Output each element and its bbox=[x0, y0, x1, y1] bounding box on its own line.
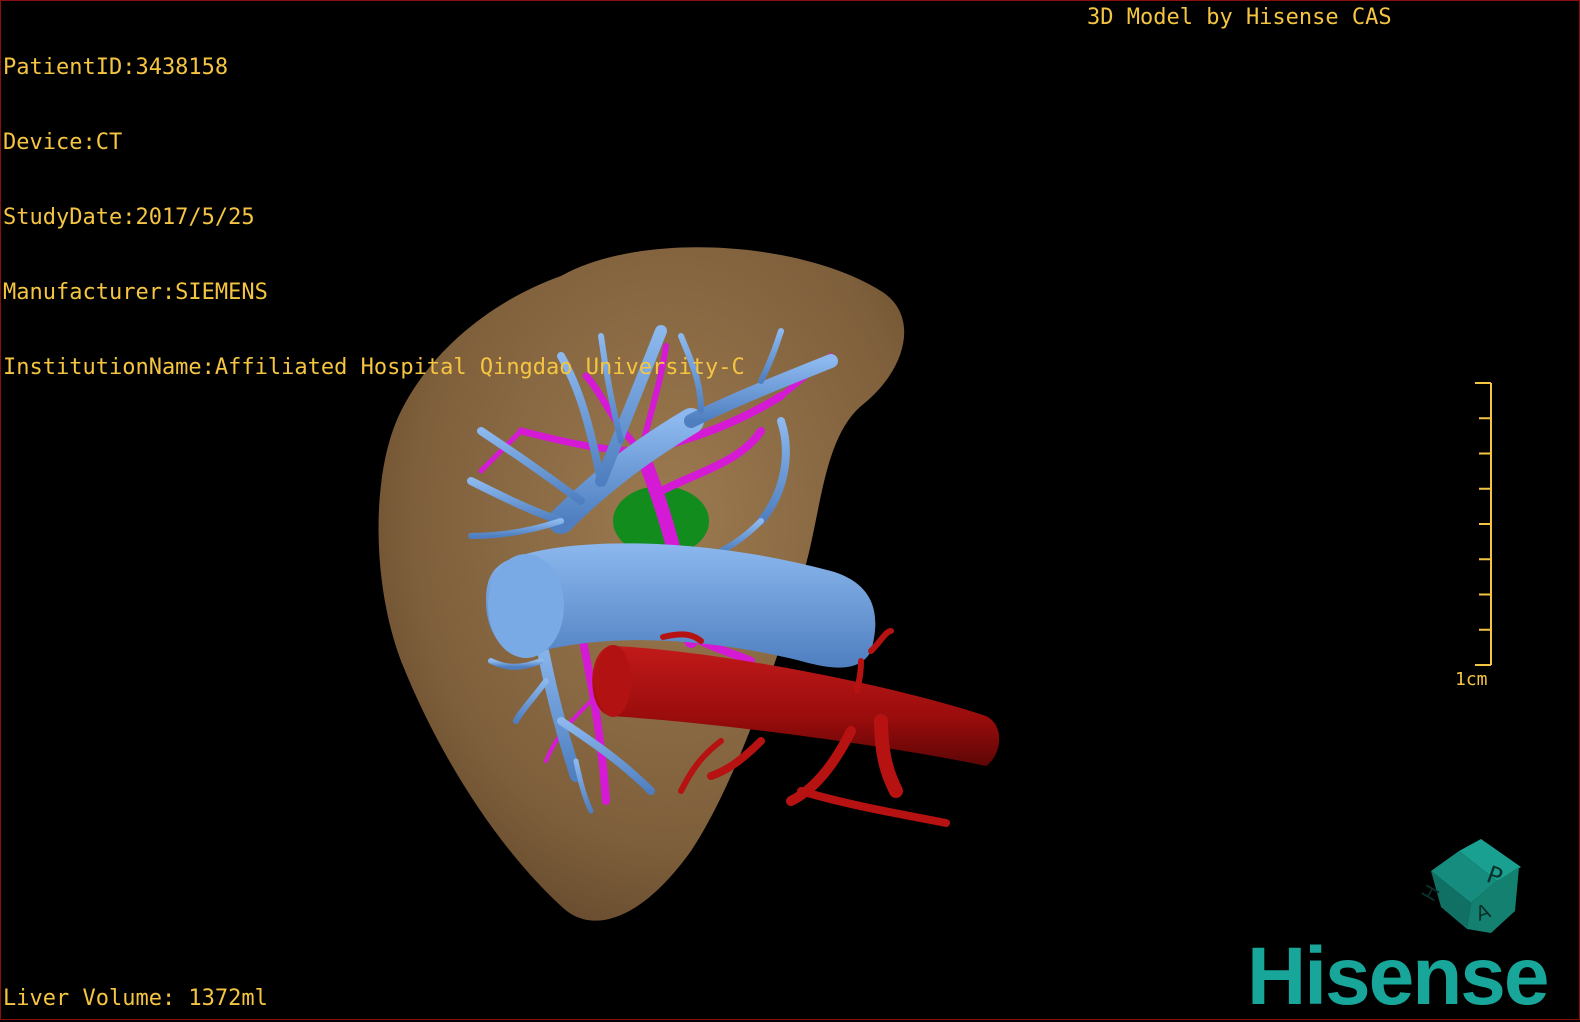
scale-bar-ticks bbox=[1475, 382, 1491, 666]
manufacturer-text: Manufacturer:SIEMENS bbox=[3, 280, 268, 305]
orientation-cube[interactable]: P H A bbox=[1417, 839, 1521, 933]
3d-viewport[interactable]: P H A PatientID:3438158 Device:CT StudyD… bbox=[0, 0, 1580, 1020]
liver-volume-text: Liver Volume: 1372ml bbox=[3, 986, 268, 1011]
hisense-logo: Hisense bbox=[1247, 931, 1550, 1022]
model-credit-text: 3D Model by Hisense CAS bbox=[1087, 5, 1392, 30]
vena-cava-end bbox=[595, 645, 631, 717]
institution-text: InstitutionName:Affiliated Hospital Qing… bbox=[3, 355, 745, 380]
device-text: Device:CT bbox=[3, 130, 123, 155]
patient-id-text: PatientID:3438158 bbox=[3, 55, 229, 80]
scale-bar-label: 1cm bbox=[1455, 669, 1488, 690]
dicom-info-panel: PatientID:3438158 Device:CT StudyDate:20… bbox=[3, 5, 745, 430]
portal-vein-end bbox=[488, 554, 564, 658]
study-date-text: StudyDate:2017/5/25 bbox=[3, 205, 255, 230]
